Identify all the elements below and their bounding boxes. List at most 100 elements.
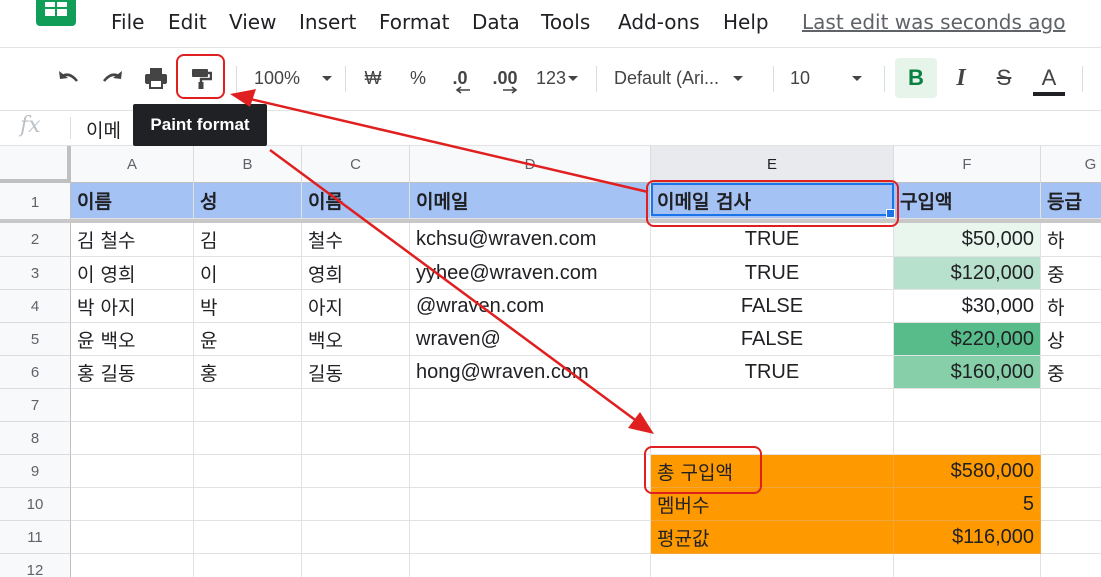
formula-input[interactable]: 이메 <box>86 116 121 143</box>
menu-addons[interactable]: Add-ons <box>618 10 700 34</box>
empty-cell[interactable] <box>71 455 194 488</box>
column-header-a[interactable]: A <box>71 146 194 183</box>
empty-cell[interactable] <box>71 488 194 521</box>
empty-cell[interactable] <box>71 554 194 577</box>
menu-insert[interactable]: Insert <box>299 10 356 34</box>
undo-icon[interactable] <box>54 62 84 94</box>
table-cell[interactable]: 아지 <box>302 290 410 323</box>
table-cell[interactable]: $160,000 <box>894 356 1041 389</box>
empty-cell[interactable] <box>651 389 894 422</box>
last-edit-link[interactable]: Last edit was seconds ago <box>802 10 1065 34</box>
table-cell[interactable]: 이 <box>194 257 302 290</box>
table-cell[interactable]: yyhee@wraven.com <box>410 257 651 290</box>
column-header-b[interactable]: B <box>194 146 302 183</box>
table-cell[interactable]: 윤 백오 <box>71 323 194 356</box>
empty-cell[interactable] <box>410 554 651 577</box>
empty-cell[interactable] <box>302 521 410 554</box>
table-cell[interactable]: 상 <box>1041 323 1101 356</box>
table-cell[interactable]: 윤 <box>194 323 302 356</box>
empty-cell[interactable] <box>651 554 894 577</box>
sheets-logo-icon[interactable] <box>36 0 76 26</box>
row-header-10[interactable]: 10 <box>0 488 71 521</box>
menu-view[interactable]: View <box>229 10 276 34</box>
table-cell[interactable]: 김 철수 <box>71 223 194 257</box>
redo-icon[interactable] <box>97 62 127 94</box>
table-cell[interactable]: FALSE <box>651 323 894 356</box>
text-color-button[interactable]: A <box>1032 60 1066 100</box>
empty-cell[interactable] <box>894 422 1041 455</box>
table-cell[interactable]: 길동 <box>302 356 410 389</box>
row-header-1[interactable]: 1 <box>0 183 71 223</box>
empty-cell[interactable] <box>302 554 410 577</box>
percent-format-button[interactable]: % <box>404 62 432 94</box>
empty-cell[interactable] <box>894 389 1041 422</box>
table-cell[interactable]: 홍 <box>194 356 302 389</box>
menu-file[interactable]: File <box>111 10 144 34</box>
table-cell[interactable]: wraven@ <box>410 323 651 356</box>
row-header-3[interactable]: 3 <box>0 257 71 290</box>
row-header-7[interactable]: 7 <box>0 389 71 422</box>
header-cell-c[interactable]: 이름 <box>302 183 410 219</box>
empty-cell[interactable] <box>71 521 194 554</box>
column-header-c[interactable]: C <box>302 146 410 183</box>
summary-value[interactable]: $580,000 <box>894 455 1041 488</box>
empty-cell[interactable] <box>194 389 302 422</box>
menu-help[interactable]: Help <box>723 10 769 34</box>
empty-cell[interactable] <box>71 422 194 455</box>
table-cell[interactable]: 박 아지 <box>71 290 194 323</box>
table-cell[interactable]: 하 <box>1041 290 1101 323</box>
summary-value[interactable]: $116,000 <box>894 521 1041 554</box>
table-cell[interactable]: kchsu@wraven.com <box>410 223 651 257</box>
table-cell[interactable]: 철수 <box>302 223 410 257</box>
empty-cell[interactable] <box>302 488 410 521</box>
empty-cell[interactable] <box>894 554 1041 577</box>
row-header-4[interactable]: 4 <box>0 290 71 323</box>
italic-button[interactable]: I <box>946 62 976 94</box>
table-cell[interactable]: 중 <box>1041 356 1101 389</box>
more-formats-button[interactable]: 123 <box>532 62 582 94</box>
currency-format-button[interactable]: ₩ <box>359 62 387 94</box>
menu-tools[interactable]: Tools <box>541 10 590 34</box>
column-header-e[interactable]: E <box>651 146 894 183</box>
empty-cell[interactable] <box>302 422 410 455</box>
menu-edit[interactable]: Edit <box>168 10 207 34</box>
empty-cell[interactable] <box>1041 422 1101 455</box>
table-cell[interactable]: $120,000 <box>894 257 1041 290</box>
empty-cell[interactable] <box>302 389 410 422</box>
bold-button[interactable]: B <box>895 58 937 98</box>
font-select[interactable]: Default (Ari... <box>614 62 760 94</box>
header-cell-b[interactable]: 성 <box>194 183 302 219</box>
empty-cell[interactable] <box>194 554 302 577</box>
table-cell[interactable]: 하 <box>1041 223 1101 257</box>
table-cell[interactable]: FALSE <box>651 290 894 323</box>
freeze-row-divider[interactable] <box>0 219 1101 223</box>
empty-cell[interactable] <box>1041 455 1101 488</box>
table-cell[interactable]: TRUE <box>651 223 894 257</box>
print-icon[interactable] <box>141 62 171 94</box>
empty-cell[interactable] <box>302 455 410 488</box>
empty-cell[interactable] <box>71 389 194 422</box>
row-header-2[interactable]: 2 <box>0 223 71 257</box>
menu-format[interactable]: Format <box>379 10 449 34</box>
empty-cell[interactable] <box>410 488 651 521</box>
empty-cell[interactable] <box>410 521 651 554</box>
table-cell[interactable]: 중 <box>1041 257 1101 290</box>
empty-cell[interactable] <box>1041 488 1101 521</box>
table-cell[interactable]: hong@wraven.com <box>410 356 651 389</box>
empty-cell[interactable] <box>410 389 651 422</box>
row-header-12[interactable]: 12 <box>0 554 71 577</box>
table-cell[interactable]: 이 영희 <box>71 257 194 290</box>
header-cell-g[interactable]: 등급 <box>1041 183 1101 219</box>
table-cell[interactable]: TRUE <box>651 257 894 290</box>
table-cell[interactable]: 백오 <box>302 323 410 356</box>
select-all-corner[interactable] <box>0 146 71 183</box>
strikethrough-button[interactable]: S <box>990 62 1018 94</box>
table-cell[interactable]: 홍 길동 <box>71 356 194 389</box>
empty-cell[interactable] <box>1041 521 1101 554</box>
column-header-g[interactable]: G <box>1041 146 1101 183</box>
empty-cell[interactable] <box>410 422 651 455</box>
empty-cell[interactable] <box>194 422 302 455</box>
header-cell-a[interactable]: 이름 <box>71 183 194 219</box>
table-cell[interactable]: TRUE <box>651 356 894 389</box>
decrease-decimal-button[interactable]: .0 <box>443 62 477 94</box>
